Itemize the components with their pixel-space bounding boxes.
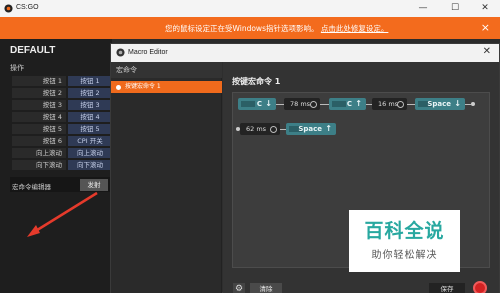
key-label: Space (298, 125, 322, 133)
close-editor-button[interactable]: ✕ (483, 46, 491, 57)
delay-block[interactable]: 16 ms (372, 98, 407, 110)
keycap-icon (241, 101, 255, 107)
clock-icon (397, 100, 404, 108)
profile-title: DEFAULT (10, 45, 56, 56)
delay-block[interactable]: 78 ms (284, 98, 320, 110)
editor-app-icon (116, 48, 125, 57)
selected-dot-icon (116, 84, 121, 90)
minimize-button[interactable]: — (416, 2, 430, 15)
app-titlebar: CS:GO — ☐ ✕ (0, 0, 500, 17)
button-mapping-row[interactable]: 向下滚动 向下滚动 (12, 160, 112, 170)
editor-title: Macro Editor (128, 49, 168, 56)
button-mapping-row[interactable]: 向上滚动 向上滚动 (12, 148, 112, 158)
close-window-button[interactable]: ✕ (478, 2, 492, 15)
mapping-value[interactable]: 按钮 1 (68, 76, 112, 86)
fire-button[interactable]: 发射 (80, 179, 108, 191)
connector (276, 104, 284, 105)
arrow-down-icon: ↓ (265, 99, 272, 108)
mapping-key: 按钮 4 (12, 112, 66, 122)
key-label: Space (427, 100, 451, 108)
mapping-value[interactable]: 按钮 2 (68, 88, 112, 98)
delay-label: 16 ms (378, 100, 399, 108)
delay-label: 62 ms (246, 125, 267, 133)
button-mapping-row[interactable]: 按钮 2 按钮 2 (12, 88, 112, 98)
delay-label: 78 ms (290, 100, 311, 108)
key-block[interactable]: C ↓ (238, 98, 276, 110)
notification-text: 您的鼠标设定正在受Windows指针选项影响。 (165, 24, 319, 33)
connector (407, 104, 415, 105)
arrow-up-icon: ↑ (325, 124, 332, 133)
mapping-key: 向上滚动 (12, 148, 66, 158)
button-mapping-row[interactable]: 按钮 1 按钮 1 (12, 76, 112, 86)
actions-label: 操作 (10, 64, 24, 72)
delay-block[interactable]: 62 ms (240, 123, 280, 135)
macro-item-label: 按键宏命令 1 (125, 83, 161, 90)
mapping-value[interactable]: CPI 开关 (68, 136, 112, 146)
mapping-key: 按钮 3 (12, 100, 66, 110)
macro-heading: 按键宏命令 1 (232, 77, 281, 86)
key-block[interactable]: Space ↓ (415, 98, 465, 110)
mapping-key: 按钮 6 (12, 136, 66, 146)
macro-list-item[interactable]: 按键宏命令 1 (111, 81, 222, 93)
mapping-key: 按钮 5 (12, 124, 66, 134)
profile-panel: DEFAULT 操作 按钮 1 按钮 1 按钮 2 按钮 2 按钮 3 按钮 3… (0, 39, 112, 293)
save-button[interactable]: 保存 (429, 283, 465, 293)
macro-list: 宏命令 按键宏命令 1 (111, 62, 222, 293)
button-mapping-row[interactable]: 按钮 6 CPI 开关 (12, 136, 112, 146)
app-icon (4, 4, 13, 13)
watermark-title: 百科全说 (364, 220, 445, 242)
clear-button[interactable]: 清除 (250, 283, 282, 293)
button-mapping-row[interactable]: 按钮 4 按钮 4 (12, 112, 112, 122)
macro-list-header: 宏命令 (111, 62, 222, 78)
close-notification-icon[interactable]: × (481, 21, 490, 34)
button-mapping-row[interactable]: 按钮 3 按钮 3 (12, 100, 112, 110)
key-label: C (256, 100, 262, 108)
mapping-value[interactable]: 按钮 5 (68, 124, 112, 134)
mapping-value[interactable]: 向下滚动 (68, 160, 112, 170)
mapping-value[interactable]: 按钮 3 (68, 100, 112, 110)
connector (320, 104, 329, 105)
arrow-up-icon: ↑ (355, 99, 362, 108)
arrow-down-icon: ↓ (454, 99, 461, 108)
mapping-key: 向下滚动 (12, 160, 66, 170)
key-label: C (346, 100, 352, 108)
key-block[interactable]: C ↑ (329, 98, 366, 110)
macro-editor-label[interactable]: 宏命令编辑器 (12, 181, 51, 191)
mapping-value[interactable]: 向上滚动 (68, 148, 112, 158)
editor-titlebar: Macro Editor ✕ (111, 44, 499, 62)
clock-icon (310, 100, 317, 108)
mapping-key: 按钮 2 (12, 88, 66, 98)
maximize-button[interactable]: ☐ (448, 2, 462, 15)
button-mapping-row[interactable]: 按钮 5 按钮 5 (12, 124, 112, 134)
key-block[interactable]: Space ↑ (286, 123, 336, 135)
connector-end (471, 102, 475, 106)
keycap-icon (332, 101, 346, 107)
app-title: CS:GO (16, 4, 39, 11)
notification-message: 您的鼠标设定正在受Windows指针选项影响。 点击此处修复设定。 (165, 23, 388, 34)
mapping-value[interactable]: 按钮 4 (68, 112, 112, 122)
fix-settings-link[interactable]: 点击此处修复设定。 (321, 24, 389, 33)
record-button[interactable] (473, 281, 487, 293)
clock-icon (270, 125, 277, 133)
gear-icon[interactable]: ⚙ (233, 283, 245, 293)
notification-bar: 您的鼠标设定正在受Windows指针选项影响。 点击此处修复设定。 × (0, 17, 500, 39)
watermark-subtitle: 助你轻松解决 (371, 250, 438, 261)
mapping-key: 按钮 1 (12, 76, 66, 86)
watermark-logo: 百科全说 助你轻松解决 (349, 210, 460, 272)
